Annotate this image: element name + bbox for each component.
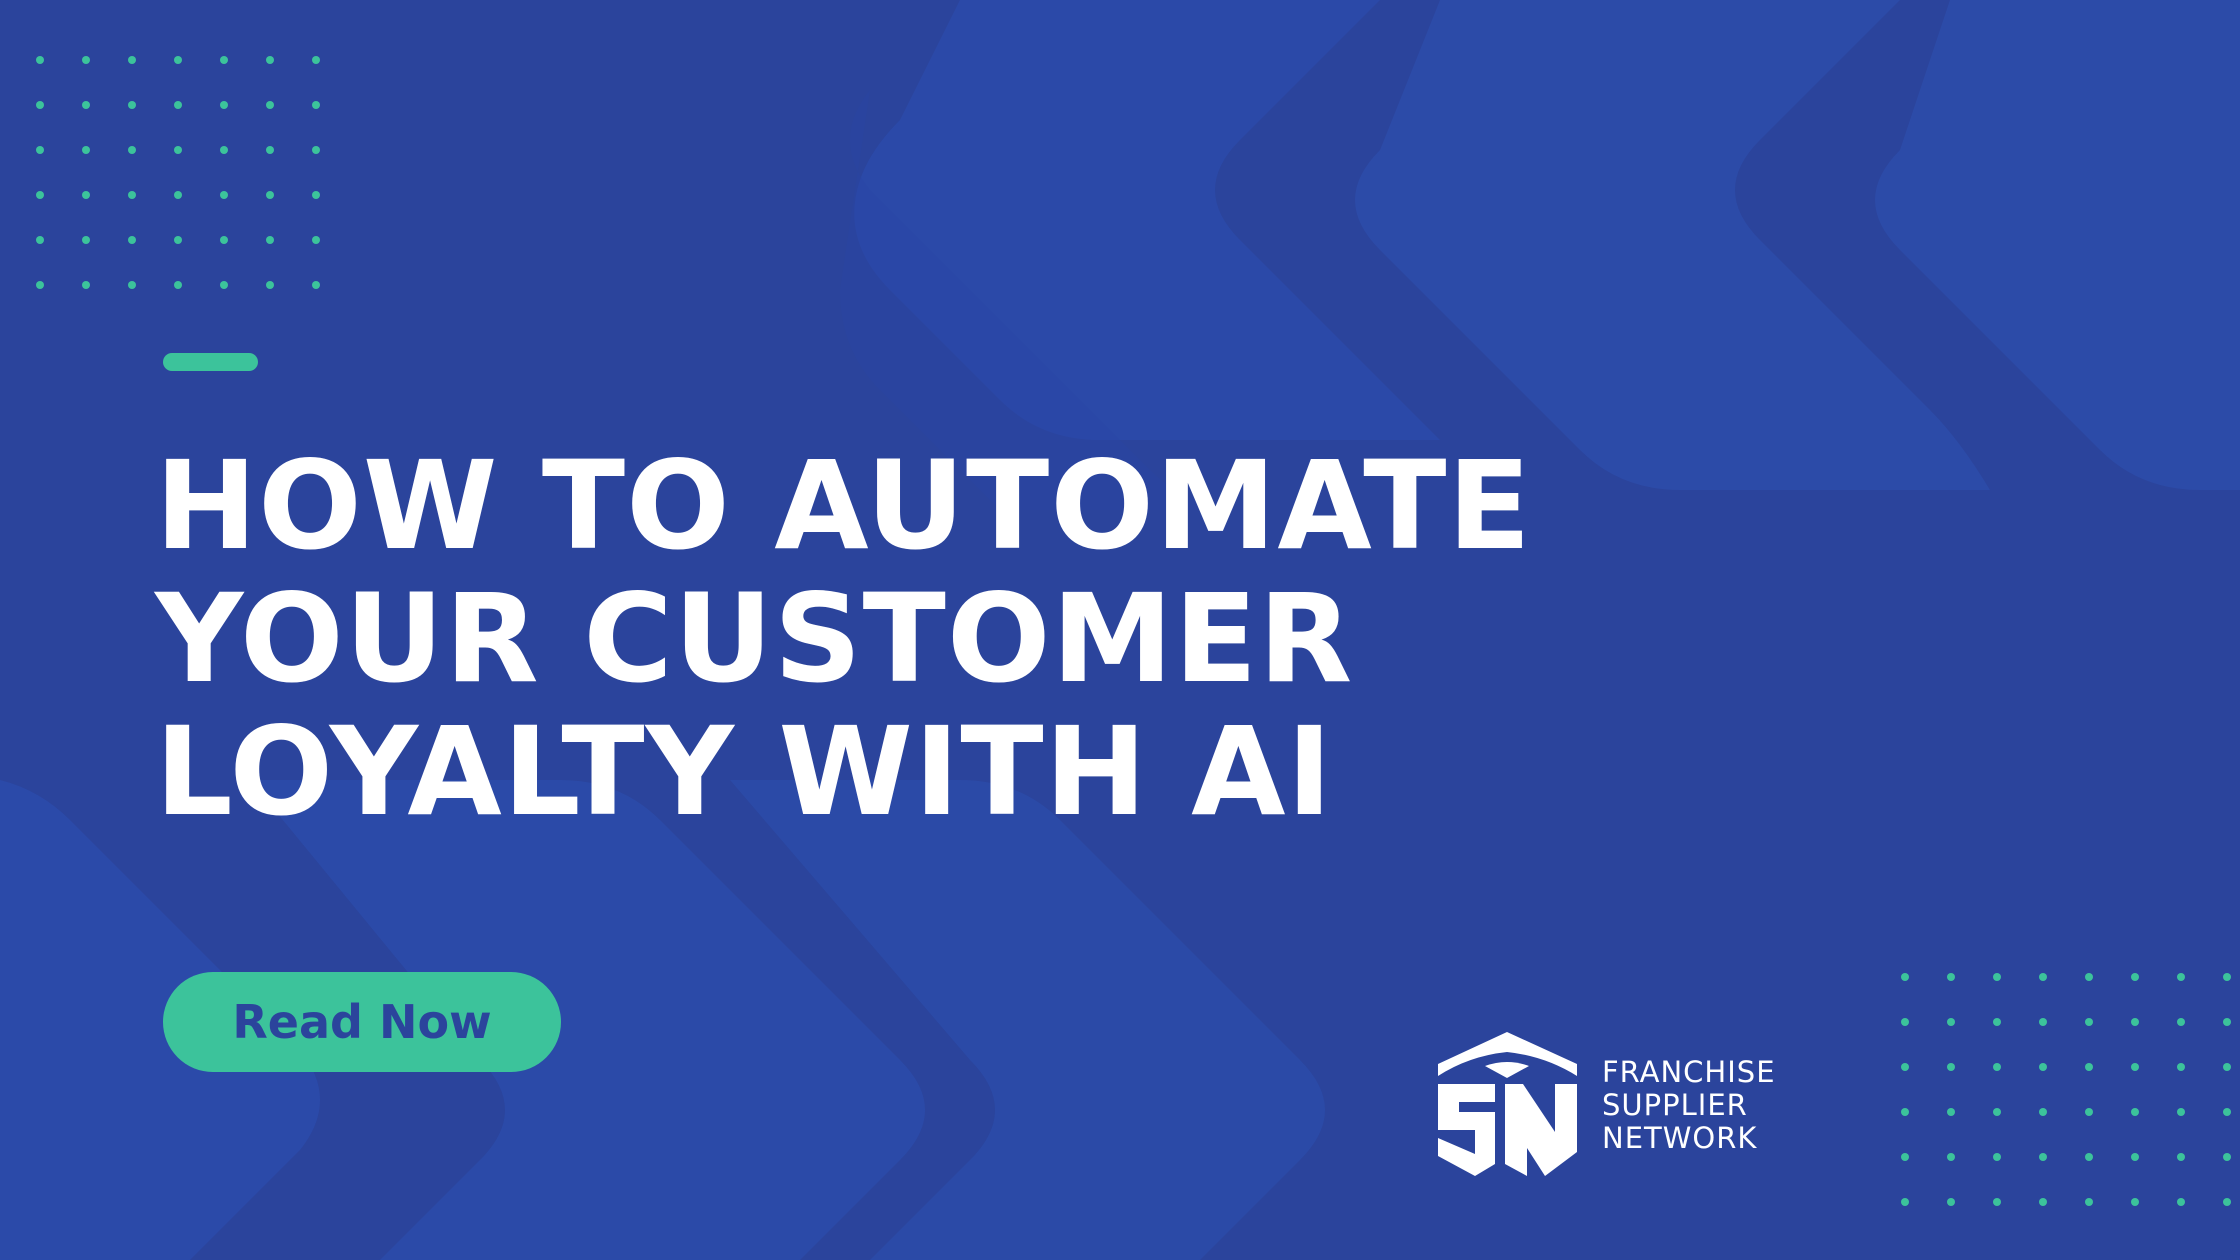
dot-grid-top-left — [36, 56, 320, 289]
accent-bar — [163, 353, 258, 371]
brand-line-2: SUPPLIER — [1602, 1087, 1748, 1122]
headline-line-1: HOW TO AUTOMATE — [155, 435, 1532, 577]
chevron-top-2 — [1355, 0, 1990, 490]
brand-line-1: FRANCHISE — [1602, 1054, 1776, 1089]
brand-logo[interactable]: FRANCHISE SUPPLIER NETWORK — [1435, 1030, 1776, 1180]
dot-grid-bottom-right — [1901, 973, 2231, 1206]
read-now-button[interactable]: Read Now — [163, 972, 561, 1072]
headline: HOW TO AUTOMATE YOUR CUSTOMER LOYALTY WI… — [155, 440, 1755, 839]
banner: HOW TO AUTOMATE YOUR CUSTOMER LOYALTY WI… — [0, 0, 2240, 1260]
fsn-cube-logo-icon — [1438, 1032, 1577, 1176]
headline-line-3: LOYALTY WITH AI — [155, 701, 1333, 843]
brand-name: FRANCHISE SUPPLIER NETWORK — [1602, 1054, 1776, 1155]
brand-line-3: NETWORK — [1602, 1120, 1758, 1155]
headline-line-2: YOUR CUSTOMER — [155, 568, 1354, 710]
